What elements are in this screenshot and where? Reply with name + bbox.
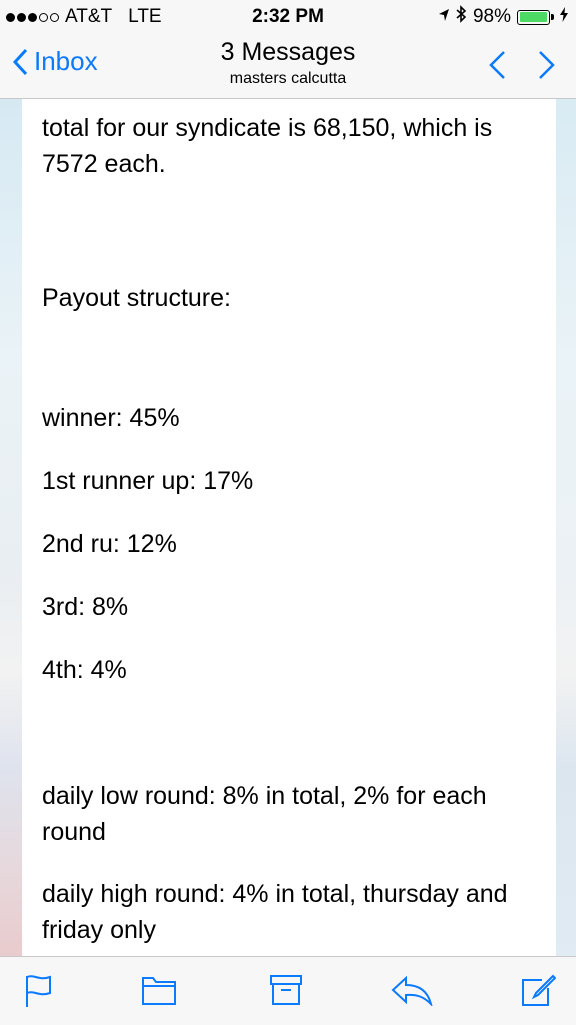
location-icon <box>438 6 450 28</box>
right-background-strip <box>556 99 576 956</box>
charging-icon <box>560 6 568 28</box>
message-navigation <box>488 50 556 85</box>
message-line: daily low round: 8% in total, 2% for eac… <box>42 782 487 846</box>
message-line: total for our syndicate is 68,150, which… <box>42 114 493 178</box>
chevron-down-icon <box>539 51 555 79</box>
battery-percent: 98% <box>472 6 511 27</box>
chevron-up-icon <box>489 51 505 79</box>
compose-icon[interactable] <box>520 974 557 1013</box>
message-line: 2nd ru: 12% <box>42 530 177 558</box>
navigation-bar: Inbox 3 Messages masters calcutta <box>0 34 576 99</box>
next-message-button[interactable] <box>538 50 556 85</box>
message-line: 1st runner up: 17% <box>42 467 254 495</box>
message-line: 4th: 4% <box>42 656 127 684</box>
status-bar: AT&T LTE 2:32 PM 98% <box>0 0 576 34</box>
archive-icon[interactable] <box>269 974 303 1011</box>
status-right: 98% <box>438 5 568 29</box>
left-background-strip <box>0 99 22 956</box>
message-line: Payout structure: <box>42 284 231 312</box>
reply-icon[interactable] <box>391 974 433 1011</box>
folder-icon[interactable] <box>141 974 177 1011</box>
message-line: winner: 45% <box>42 404 180 432</box>
bluetooth-icon <box>456 5 467 29</box>
message-line: daily high round: 4% in total, thursday … <box>42 880 508 944</box>
flag-icon[interactable] <box>24 974 54 1013</box>
bottom-toolbar <box>0 956 576 1025</box>
message-line: 3rd: 8% <box>42 593 129 621</box>
previous-message-button[interactable] <box>488 50 506 85</box>
battery-icon <box>517 9 554 25</box>
